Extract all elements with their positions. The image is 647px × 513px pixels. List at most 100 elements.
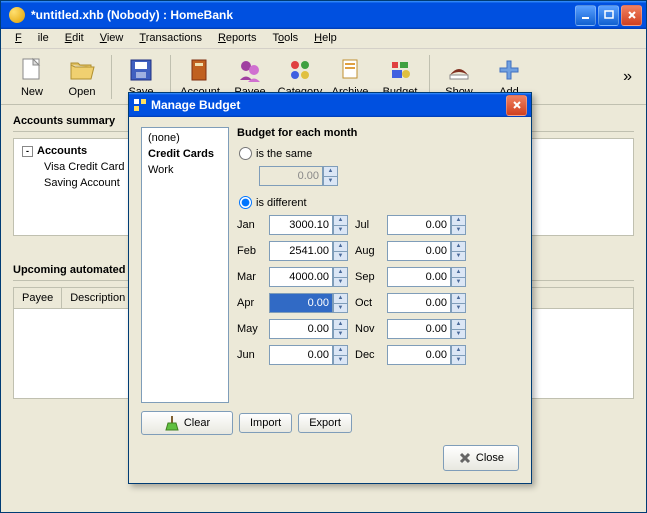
- minimize-button[interactable]: [575, 5, 596, 26]
- month-spinbox[interactable]: ▲▼: [387, 345, 467, 365]
- month-spinbox[interactable]: ▲▼: [269, 293, 349, 313]
- month-label: Jun: [237, 349, 263, 361]
- month-input[interactable]: [387, 293, 451, 313]
- month-input[interactable]: [387, 267, 451, 287]
- spin-up-icon[interactable]: ▲: [451, 345, 466, 355]
- month-input[interactable]: [387, 345, 451, 365]
- category-item[interactable]: Work: [142, 162, 228, 178]
- app-icon: [9, 7, 25, 23]
- month-input[interactable]: [269, 293, 333, 313]
- month-input[interactable]: [269, 241, 333, 261]
- month-spinbox[interactable]: ▲▼: [269, 241, 349, 261]
- spin-up-icon[interactable]: ▲: [451, 293, 466, 303]
- menu-file[interactable]: File: [7, 29, 57, 48]
- month-input[interactable]: [269, 319, 333, 339]
- clear-button[interactable]: Clear: [141, 411, 233, 435]
- radio-different-row[interactable]: is different: [239, 196, 519, 209]
- budget-pane-title: Budget for each month: [237, 127, 519, 139]
- spin-down-icon[interactable]: ▼: [333, 303, 348, 314]
- dialog-close-button[interactable]: [506, 95, 527, 116]
- radio-same-label: is the same: [256, 148, 312, 160]
- month-label: Feb: [237, 245, 263, 257]
- month-spinbox[interactable]: ▲▼: [269, 267, 349, 287]
- month-label: Nov: [355, 323, 381, 335]
- spin-down-icon[interactable]: ▼: [333, 329, 348, 340]
- col-description[interactable]: Description: [62, 288, 134, 308]
- radio-different-label: is different: [256, 197, 307, 209]
- month-label: Jan: [237, 219, 263, 231]
- payee-icon: [234, 56, 266, 84]
- month-spinbox[interactable]: ▲▼: [387, 293, 467, 313]
- toolbar-open[interactable]: Open: [57, 56, 107, 98]
- import-button[interactable]: Import: [239, 413, 292, 433]
- month-spinbox[interactable]: ▲▼: [387, 241, 467, 261]
- month-spinbox[interactable]: ▲▼: [269, 319, 349, 339]
- category-item[interactable]: (none): [142, 130, 228, 146]
- spin-up-icon[interactable]: ▲: [333, 241, 348, 251]
- spin-up-icon[interactable]: ▲: [333, 215, 348, 225]
- spin-down-icon[interactable]: ▼: [333, 355, 348, 366]
- month-input[interactable]: [269, 345, 333, 365]
- spin-up-icon[interactable]: ▲: [333, 319, 348, 329]
- radio-different[interactable]: [239, 196, 252, 209]
- dialog-title: Manage Budget: [151, 98, 506, 112]
- month-input[interactable]: [387, 319, 451, 339]
- month-input[interactable]: [269, 267, 333, 287]
- spin-down-icon[interactable]: ▼: [333, 277, 348, 288]
- category-icon: [284, 56, 316, 84]
- col-payee[interactable]: Payee: [14, 288, 62, 308]
- spin-up-icon[interactable]: ▲: [451, 215, 466, 225]
- spin-up-icon[interactable]: ▲: [451, 267, 466, 277]
- account-icon: [184, 56, 216, 84]
- maximize-button[interactable]: [598, 5, 619, 26]
- menu-transactions[interactable]: Transactions: [131, 29, 210, 48]
- spin-down-icon[interactable]: ▼: [451, 355, 466, 366]
- budget-pane: Budget for each month is the same ▲▼ is …: [237, 127, 519, 403]
- spin-down-icon: ▼: [323, 176, 338, 187]
- close-button[interactable]: Close: [443, 445, 519, 471]
- spin-down-icon[interactable]: ▼: [451, 303, 466, 314]
- archive-icon: [334, 56, 366, 84]
- month-spinbox[interactable]: ▲▼: [387, 319, 467, 339]
- month-spinbox[interactable]: ▲▼: [269, 215, 349, 235]
- month-spinbox[interactable]: ▲▼: [269, 345, 349, 365]
- document-new-icon: [16, 56, 48, 84]
- spin-down-icon[interactable]: ▼: [451, 329, 466, 340]
- export-button[interactable]: Export: [298, 413, 352, 433]
- spin-up-icon[interactable]: ▲: [451, 319, 466, 329]
- radio-same[interactable]: [239, 147, 252, 160]
- add-icon: [493, 56, 525, 84]
- month-label: Aug: [355, 245, 381, 257]
- month-grid: Jan▲▼Jul▲▼Feb▲▼Aug▲▼Mar▲▼Sep▲▼Apr▲▼Oct▲▼…: [237, 215, 519, 365]
- spin-up-icon[interactable]: ▲: [451, 241, 466, 251]
- same-amount-input: [259, 166, 323, 186]
- month-input[interactable]: [387, 241, 451, 261]
- menu-view[interactable]: View: [92, 29, 132, 48]
- month-label: Mar: [237, 271, 263, 283]
- month-label: Dec: [355, 349, 381, 361]
- menu-reports[interactable]: Reports: [210, 29, 265, 48]
- toolbar-overflow[interactable]: »: [615, 68, 640, 86]
- category-list[interactable]: (none) Credit Cards Work: [141, 127, 229, 403]
- menu-edit[interactable]: Edit: [57, 29, 92, 48]
- toolbar-new[interactable]: New: [7, 56, 57, 98]
- month-label: May: [237, 323, 263, 335]
- month-input[interactable]: [269, 215, 333, 235]
- spin-down-icon[interactable]: ▼: [333, 225, 348, 236]
- spin-down-icon[interactable]: ▼: [451, 277, 466, 288]
- collapse-icon[interactable]: -: [22, 146, 33, 157]
- month-input[interactable]: [387, 215, 451, 235]
- month-spinbox[interactable]: ▲▼: [387, 215, 467, 235]
- spin-down-icon[interactable]: ▼: [333, 251, 348, 262]
- spin-up-icon[interactable]: ▲: [333, 293, 348, 303]
- menu-tools[interactable]: Tools: [264, 29, 306, 48]
- menu-help[interactable]: Help: [306, 29, 345, 48]
- spin-up-icon[interactable]: ▲: [333, 345, 348, 355]
- spin-down-icon[interactable]: ▼: [451, 225, 466, 236]
- radio-same-row[interactable]: is the same: [239, 147, 519, 160]
- spin-up-icon[interactable]: ▲: [333, 267, 348, 277]
- close-window-button[interactable]: [621, 5, 642, 26]
- spin-down-icon[interactable]: ▼: [451, 251, 466, 262]
- category-item[interactable]: Credit Cards: [142, 146, 228, 162]
- month-spinbox[interactable]: ▲▼: [387, 267, 467, 287]
